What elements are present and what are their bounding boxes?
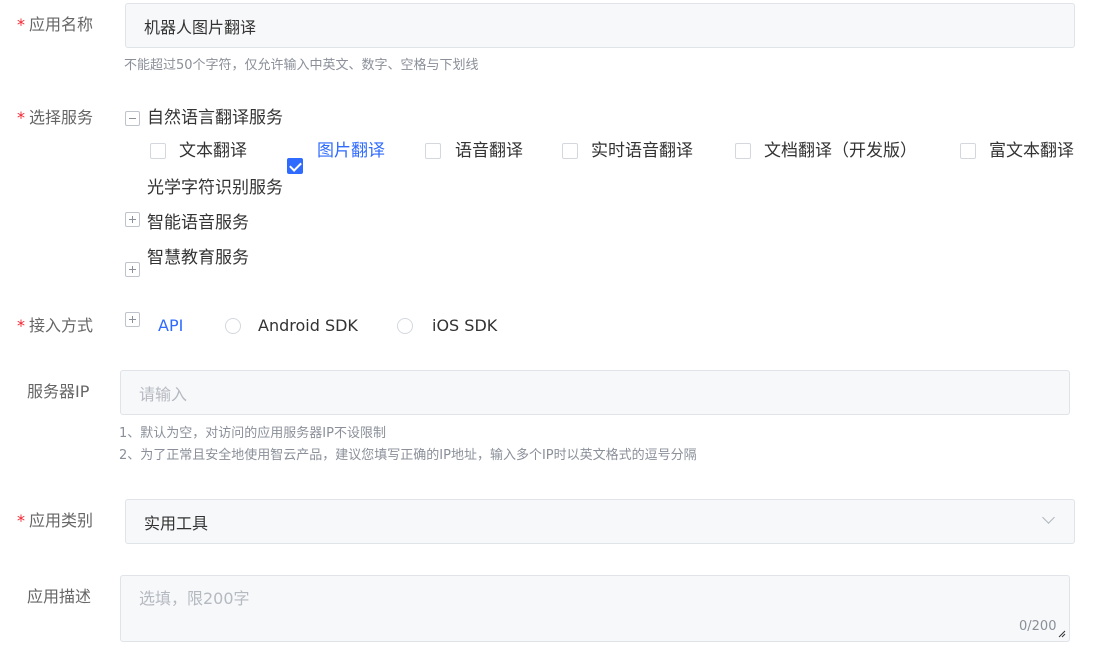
tree-group-education-label: 智慧教育服务 [147, 248, 249, 268]
checkbox-label[interactable]: 图片翻译 [317, 140, 385, 162]
checkbox-text-translation[interactable] [150, 143, 166, 159]
checkbox-label[interactable]: 实时语音翻译 [591, 140, 693, 162]
expand-icon[interactable] [125, 212, 140, 227]
required-mark: * [17, 316, 25, 335]
expand-icon[interactable] [125, 262, 140, 277]
description-placeholder: 选填，限200字 [139, 589, 250, 608]
category-select[interactable]: 实用工具 [125, 499, 1075, 544]
radio-label[interactable]: Android SDK [258, 315, 358, 337]
app-name-label: * 应用名称 [17, 15, 94, 34]
radio-android-sdk[interactable] [225, 318, 241, 334]
checkbox-speech-translation[interactable] [425, 143, 441, 159]
resize-handle-icon[interactable] [1058, 630, 1066, 638]
checkbox-label[interactable]: 文本翻译 [179, 140, 247, 162]
description-textarea[interactable]: 选填，限200字 [120, 575, 1070, 642]
checkbox-rich-text-translation[interactable] [960, 143, 976, 159]
tree-group-nlp-label: 自然语言翻译服务 [147, 108, 283, 128]
description-label: 应用描述 [27, 587, 92, 606]
server-ip-label: 服务器IP [27, 382, 90, 401]
radio-ios-sdk[interactable] [397, 318, 413, 334]
checkbox-image-translation[interactable] [287, 158, 303, 174]
category-label: * 应用类别 [17, 511, 94, 530]
radio-label[interactable]: iOS SDK [432, 315, 497, 337]
required-mark: * [17, 108, 25, 127]
service-label: * 选择服务 [17, 108, 94, 127]
app-name-input[interactable]: 机器人图片翻译 [125, 3, 1075, 48]
tree-group-ocr-label: 光学字符识别服务 [147, 178, 283, 198]
checkbox-document-translation[interactable] [735, 143, 751, 159]
server-ip-hint-2: 2、为了正常且安全地使用智云产品，建议您填写正确的IP地址，输入多个IP时以英文… [119, 448, 697, 463]
checkbox-label[interactable]: 文档翻译（开发版） [764, 140, 917, 162]
category-value: 实用工具 [144, 513, 209, 533]
server-ip-hint-1: 1、默认为空，对访问的应用服务器IP不设限制 [119, 426, 386, 441]
required-mark: * [17, 511, 25, 530]
checkbox-label[interactable]: 语音翻译 [455, 140, 523, 162]
collapse-icon[interactable] [125, 111, 140, 126]
server-ip-input[interactable]: 请输入 [120, 370, 1070, 415]
access-label: * 接入方式 [17, 316, 94, 335]
tree-group-voice-label: 智能语音服务 [147, 213, 249, 233]
required-mark: * [17, 15, 25, 34]
checkbox-label[interactable]: 富文本翻译 [989, 140, 1074, 162]
app-name-value: 机器人图片翻译 [144, 17, 257, 37]
checkbox-realtime-speech-translation[interactable] [562, 143, 578, 159]
char-counter: 0/200 [1019, 619, 1057, 634]
expand-icon[interactable] [125, 312, 140, 327]
app-name-hint: 不能超过50个字符，仅允许输入中英文、数字、空格与下划线 [124, 58, 479, 73]
server-ip-placeholder: 请输入 [139, 384, 188, 404]
radio-label[interactable]: API [158, 315, 183, 337]
